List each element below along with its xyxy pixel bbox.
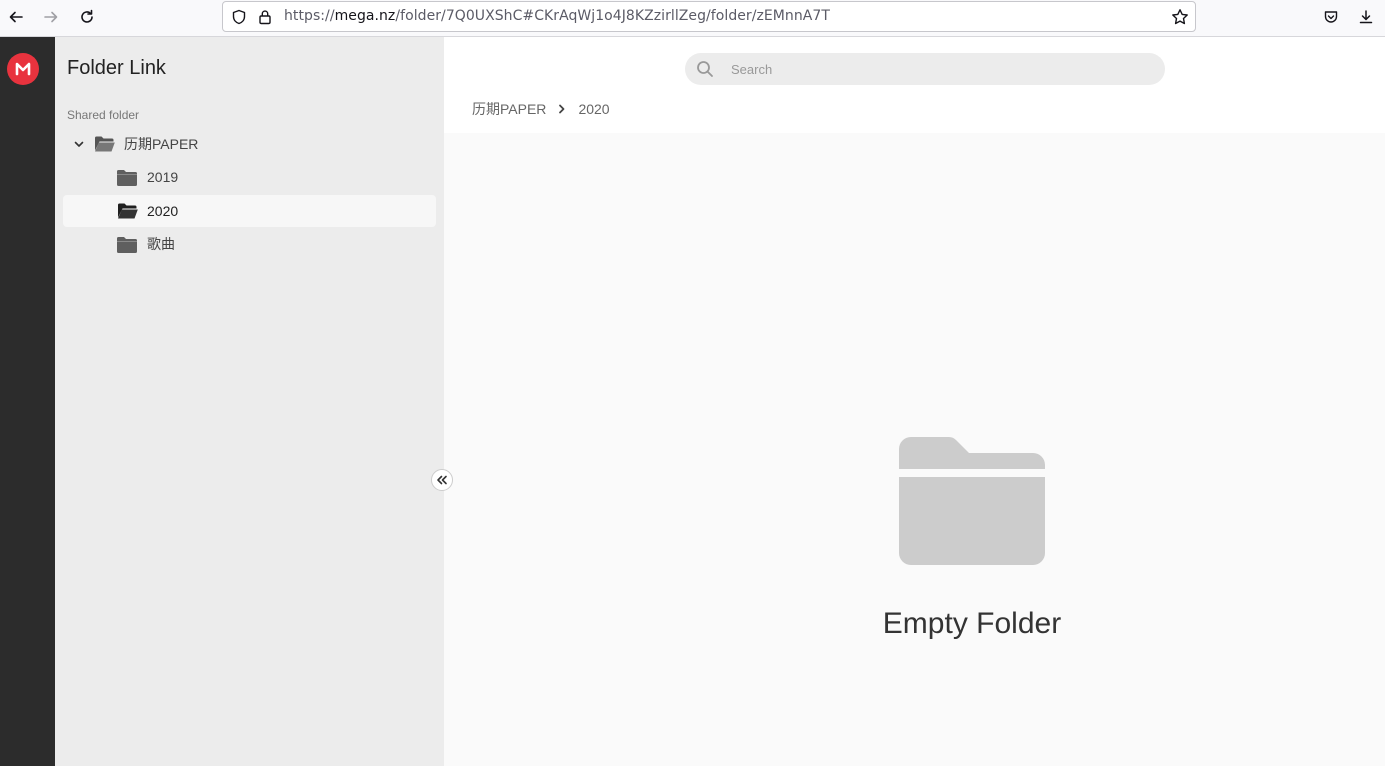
sidebar-title: Folder Link <box>67 57 166 79</box>
shield-icon <box>232 9 246 25</box>
collapse-sidebar-button[interactable] <box>431 469 453 491</box>
search-icon <box>697 61 713 77</box>
download-icon <box>1359 10 1373 24</box>
tree-item-label: 2020 <box>147 203 179 219</box>
search-input[interactable] <box>731 53 1151 85</box>
tree-item-2020[interactable]: 2020 <box>63 195 436 227</box>
tree-item-label: 歌曲 <box>147 236 175 252</box>
left-rail <box>0 37 55 766</box>
search-box[interactable] <box>685 53 1165 85</box>
tree-item-songs[interactable]: 歌曲 <box>63 228 436 260</box>
lock-icon <box>259 10 271 25</box>
sidebar: Folder Link Shared folder 历期PAPER 2019 2… <box>55 37 444 766</box>
double-chevron-left-icon <box>437 475 447 485</box>
forward-button[interactable] <box>38 5 64 29</box>
folder-icon <box>117 236 137 253</box>
tree-item-root[interactable]: 历期PAPER <box>63 128 436 160</box>
folder-open-icon <box>118 203 138 219</box>
url-host: mega.nz <box>334 8 396 24</box>
tree-item-label: 2019 <box>147 169 179 185</box>
forward-arrow-icon <box>44 11 58 23</box>
chevron-right-icon <box>558 104 566 114</box>
empty-folder-icon <box>899 437 1045 571</box>
shared-folder-label: Shared folder <box>67 108 140 122</box>
browser-toolbar: https://mega.nz/folder/7Q0UXShC#CKrAqWj1… <box>0 0 1385 37</box>
main-header: 历期PAPER 2020 <box>444 37 1385 133</box>
mega-logo[interactable] <box>7 53 39 85</box>
breadcrumb-item-root[interactable]: 历期PAPER <box>472 99 546 119</box>
reload-button[interactable] <box>74 5 100 29</box>
pocket-button[interactable] <box>1318 5 1344 29</box>
folder-open-icon <box>95 136 115 152</box>
url-prefix: https:// <box>284 8 335 24</box>
reload-icon <box>81 9 93 23</box>
main-content: 历期PAPER 2020 Empty Folder <box>444 37 1385 766</box>
mega-m-icon <box>15 62 31 76</box>
bookmark-star-icon[interactable] <box>1171 8 1189 26</box>
pocket-icon <box>1324 11 1338 23</box>
tree-item-label: 历期PAPER <box>124 136 199 152</box>
empty-folder-text: Empty Folder <box>882 607 1062 640</box>
url-bar[interactable]: https://mega.nz/folder/7Q0UXShC#CKrAqWj1… <box>222 1 1196 32</box>
back-arrow-icon <box>9 11 23 23</box>
chevron-down-icon[interactable] <box>73 138 85 150</box>
folder-icon <box>117 169 137 186</box>
back-button[interactable] <box>3 5 29 29</box>
mega-app: Folder Link Shared folder 历期PAPER 2019 2… <box>0 37 1385 766</box>
url-text: https://mega.nz/folder/7Q0UXShC#CKrAqWj1… <box>284 8 830 24</box>
breadcrumb-item-current[interactable]: 2020 <box>578 101 609 117</box>
downloads-button[interactable] <box>1353 5 1379 29</box>
url-path: /folder/7Q0UXShC#CKrAqWj1o4J8KZzirllZeg/… <box>395 8 830 24</box>
breadcrumb: 历期PAPER 2020 <box>472 99 610 119</box>
tree-item-2019[interactable]: 2019 <box>63 161 436 193</box>
